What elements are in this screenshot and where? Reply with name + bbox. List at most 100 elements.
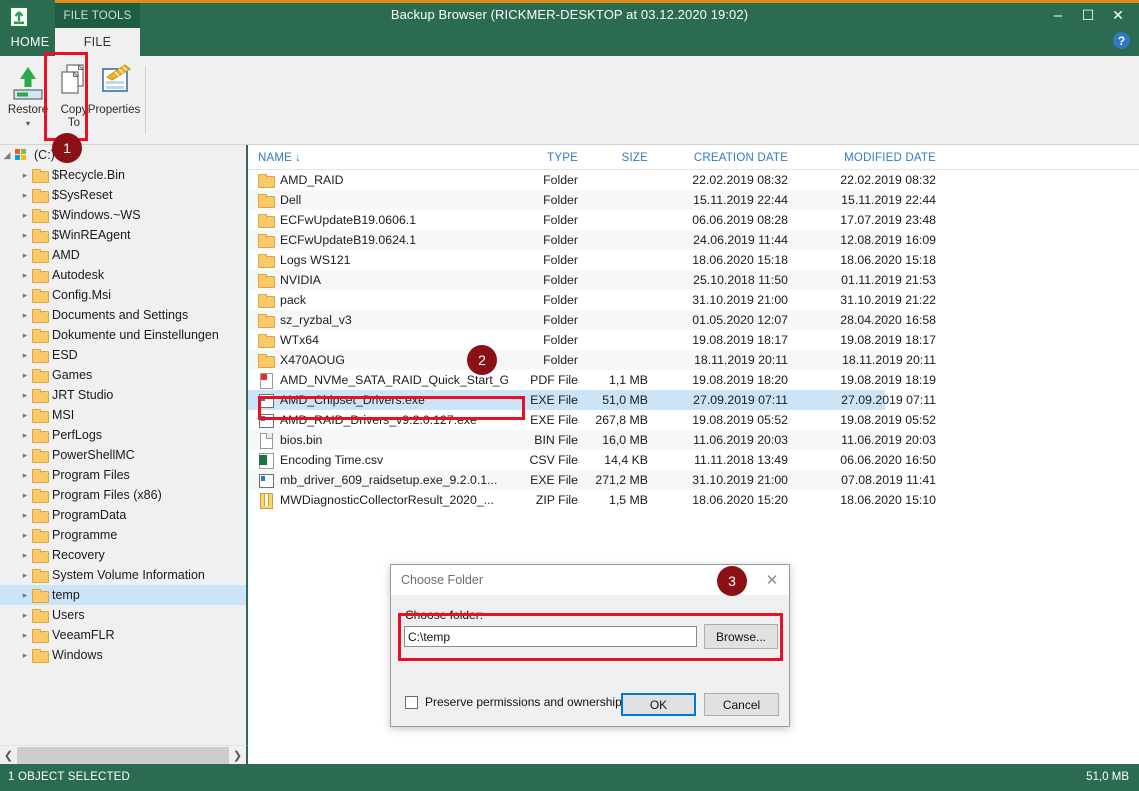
file-name-cell[interactable]: AMD_NVMe_SATA_RAID_Quick_Start_G... (258, 370, 508, 390)
scroll-right-arrow-icon[interactable]: ❯ (229, 746, 246, 765)
file-name-cell[interactable]: AMD_Chipset_Drivers.exe (258, 390, 508, 410)
tree-item-msi[interactable]: ▸ MSI (0, 405, 246, 425)
file-row[interactable]: bios.bin BIN File 16,0 MB 11.06.2019 20:03 1… (248, 430, 1139, 450)
file-name-cell[interactable]: WTx64 (258, 330, 508, 350)
expand-chevron-icon[interactable]: ▸ (18, 425, 32, 445)
tree-item-programme[interactable]: ▸ Programme (0, 525, 246, 545)
cancel-button[interactable]: Cancel (704, 693, 779, 716)
file-row[interactable]: MWDiagnosticCollectorResult_2020_... ZIP … (248, 490, 1139, 510)
column-header-modified-date[interactable]: MODIFIED DATE (796, 145, 936, 170)
dialog-close-icon[interactable]: ✕ (755, 565, 789, 595)
expand-chevron-icon[interactable]: ▸ (18, 585, 32, 605)
tree-item-perflogs[interactable]: ▸ PerfLogs (0, 425, 246, 445)
expand-chevron-icon[interactable]: ▸ (18, 165, 32, 185)
tree-item-amd[interactable]: ▸ AMD (0, 245, 246, 265)
expand-chevron-icon[interactable]: ▸ (18, 505, 32, 525)
expand-chevron-icon[interactable]: ▸ (18, 345, 32, 365)
scrollbar-thumb[interactable] (17, 746, 229, 764)
preserve-permissions-checkbox[interactable]: Preserve permissions and ownership (405, 695, 622, 709)
expand-collapse-icon[interactable]: ◢ (0, 145, 14, 165)
tree-item-program-files[interactable]: ▸ Program Files (0, 465, 246, 485)
expand-chevron-icon[interactable]: ▸ (18, 325, 32, 345)
close-button[interactable]: ✕ (1103, 3, 1133, 27)
file-name-cell[interactable]: mb_driver_609_raidsetup.exe_9.2.0.1... (258, 470, 508, 490)
file-name-cell[interactable]: Logs WS121 (258, 250, 508, 270)
tree-item-games[interactable]: ▸ Games (0, 365, 246, 385)
expand-chevron-icon[interactable]: ▸ (18, 565, 32, 585)
tree-item-powershellmc[interactable]: ▸ PowerShellMC (0, 445, 246, 465)
file-row[interactable]: Dell Folder 15.11.2019 22:44 15.11.2019 22:… (248, 190, 1139, 210)
tree-item-sysreset[interactable]: ▸ $SysReset (0, 185, 246, 205)
expand-chevron-icon[interactable]: ▸ (18, 185, 32, 205)
column-header-name[interactable]: NAME ↓ (258, 145, 301, 170)
file-row[interactable]: AMD_RAID_Drivers_v9.2.0.127.exe EXE File 2… (248, 410, 1139, 430)
ribbon-button-properties[interactable]: Properties (88, 60, 140, 138)
tree-item-esd[interactable]: ▸ ESD (0, 345, 246, 365)
tree-item-system-volume-information[interactable]: ▸ System Volume Information (0, 565, 246, 585)
scrollbar-track[interactable] (17, 745, 229, 765)
tree-item-winreagent[interactable]: ▸ $WinREAgent (0, 225, 246, 245)
file-row[interactable]: Logs WS121 Folder 18.06.2020 15:18 18.06.20… (248, 250, 1139, 270)
tree-item-autodesk[interactable]: ▸ Autodesk (0, 265, 246, 285)
tree-item-jrt-studio[interactable]: ▸ JRT Studio (0, 385, 246, 405)
expand-chevron-icon[interactable]: ▸ (18, 405, 32, 425)
file-name-cell[interactable]: AMD_RAID_Drivers_v9.2.0.127.exe (258, 410, 508, 430)
tree-item-temp[interactable]: ▸ temp (0, 585, 246, 605)
expand-chevron-icon[interactable]: ▸ (18, 245, 32, 265)
file-name-cell[interactable]: Dell (258, 190, 508, 210)
ribbon-button-restore[interactable]: Restore ▾ (4, 60, 52, 138)
browse-button[interactable]: Browse... (704, 624, 778, 649)
ok-button[interactable]: OK (621, 693, 696, 716)
file-row[interactable]: AMD_NVMe_SATA_RAID_Quick_Start_G... PDF F… (248, 370, 1139, 390)
scroll-left-arrow-icon[interactable]: ❮ (0, 746, 17, 765)
file-name-cell[interactable]: Encoding Time.csv (258, 450, 508, 470)
tree-item-documents-and-settings[interactable]: ▸ Documents and Settings (0, 305, 246, 325)
tree-item-veeamflr[interactable]: ▸ VeeamFLR (0, 625, 246, 645)
file-name-cell[interactable]: AMD_RAID (258, 170, 508, 190)
file-row[interactable]: mb_driver_609_raidsetup.exe_9.2.0.1... EX… (248, 470, 1139, 490)
tab-home[interactable]: HOME (5, 28, 55, 56)
file-name-cell[interactable]: bios.bin (258, 430, 508, 450)
expand-chevron-icon[interactable]: ▸ (18, 285, 32, 305)
expand-chevron-icon[interactable]: ▸ (18, 225, 32, 245)
expand-chevron-icon[interactable]: ▸ (18, 445, 32, 465)
folder-tree-pane[interactable]: ◢ (C:) ▸ $Recycle.Bin ▸ $SysReset ▸ $Windows.~… (0, 145, 247, 745)
file-row[interactable]: NVIDIA Folder 25.10.2018 11:50 01.11.2019 2… (248, 270, 1139, 290)
tree-item-recovery[interactable]: ▸ Recovery (0, 545, 246, 565)
maximize-button[interactable]: ☐ (1073, 3, 1103, 27)
file-row[interactable]: AMD_RAID Folder 22.02.2019 08:32 22.02.2019… (248, 170, 1139, 190)
column-header-creation-date[interactable]: CREATION DATE (648, 145, 788, 170)
expand-chevron-icon[interactable]: ▸ (18, 465, 32, 485)
expand-chevron-icon[interactable]: ▸ (18, 625, 32, 645)
tree-item-recycle-bin[interactable]: ▸ $Recycle.Bin (0, 165, 246, 185)
expand-chevron-icon[interactable]: ▸ (18, 485, 32, 505)
restore-dropdown-chevron-icon[interactable]: ▾ (26, 120, 30, 128)
file-name-cell[interactable]: MWDiagnosticCollectorResult_2020_... (258, 490, 508, 510)
file-row[interactable]: AMD_Chipset_Drivers.exe EXE File 51,0 MB 27… (248, 390, 1139, 410)
expand-chevron-icon[interactable]: ▸ (18, 545, 32, 565)
file-row[interactable]: X470AOUG Folder 18.11.2019 20:11 18.11.2019… (248, 350, 1139, 370)
column-header-size[interactable]: SIZE (593, 145, 648, 170)
file-name-cell[interactable]: sz_ryzbal_v3 (258, 310, 508, 330)
file-row[interactable]: sz_ryzbal_v3 Folder 01.05.2020 12:07 28.04.… (248, 310, 1139, 330)
file-name-cell[interactable]: ECFwUpdateB19.0606.1 (258, 210, 508, 230)
minimize-button[interactable]: – (1043, 3, 1073, 27)
file-row[interactable]: WTx64 Folder 19.08.2019 18:17 19.08.2019 18… (248, 330, 1139, 350)
file-row[interactable]: Encoding Time.csv CSV File 14,4 KB 11.11.20… (248, 450, 1139, 470)
file-row[interactable]: pack Folder 31.10.2019 21:00 31.10.2019 21:… (248, 290, 1139, 310)
expand-chevron-icon[interactable]: ▸ (18, 205, 32, 225)
file-row[interactable]: ECFwUpdateB19.0624.1 Folder 24.06.2019 11:… (248, 230, 1139, 250)
tree-item-config-msi[interactable]: ▸ Config.Msi (0, 285, 246, 305)
column-header-type[interactable]: TYPE (516, 145, 578, 170)
expand-chevron-icon[interactable]: ▸ (18, 645, 32, 665)
checkbox-box-icon[interactable] (405, 695, 418, 709)
expand-chevron-icon[interactable]: ▸ (18, 605, 32, 625)
tab-file[interactable]: FILE (55, 28, 140, 56)
folder-path-input[interactable] (404, 626, 697, 647)
file-row[interactable]: ECFwUpdateB19.0606.1 Folder 06.06.2019 08:… (248, 210, 1139, 230)
tree-root-drive[interactable]: ◢ (C:) (0, 145, 246, 165)
tree-item-users[interactable]: ▸ Users (0, 605, 246, 625)
expand-chevron-icon[interactable]: ▸ (18, 365, 32, 385)
tree-item-windows[interactable]: ▸ Windows (0, 645, 246, 665)
file-name-cell[interactable]: ECFwUpdateB19.0624.1 (258, 230, 508, 250)
